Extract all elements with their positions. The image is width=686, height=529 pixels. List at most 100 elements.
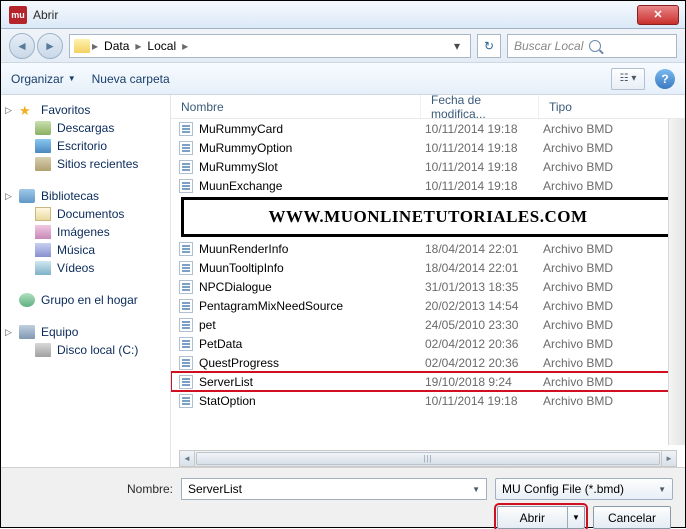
sidebar-item-images[interactable]: Imágenes xyxy=(1,223,170,241)
column-header: Nombre Fecha de modifica... Tipo xyxy=(171,95,685,119)
sidebar-item-music[interactable]: Música xyxy=(1,241,170,259)
chevron-down-icon[interactable]: ▼ xyxy=(472,485,480,494)
file-row[interactable]: MuunTooltipInfo18/04/2014 22:01Archivo B… xyxy=(171,258,685,277)
new-folder-button[interactable]: Nueva carpeta xyxy=(92,72,170,86)
file-row[interactable]: ServerList19/10/2018 9:24Archivo BMD xyxy=(171,372,685,391)
vertical-scrollbar[interactable] xyxy=(668,119,685,445)
open-button[interactable]: Abrir ▼ xyxy=(497,506,585,529)
sidebar-item-documents[interactable]: Documentos xyxy=(1,205,170,223)
file-row[interactable]: NPCDialogue31/01/2013 18:35Archivo BMD xyxy=(171,277,685,296)
scroll-right-button[interactable]: ► xyxy=(661,451,676,466)
breadcrumb-item[interactable]: Local xyxy=(143,39,180,53)
file-icon xyxy=(179,318,193,332)
file-date: 20/02/2013 14:54 xyxy=(421,299,539,313)
column-name[interactable]: Nombre xyxy=(171,95,421,118)
scroll-left-button[interactable]: ◄ xyxy=(180,451,195,466)
chevron-down-icon[interactable]: ▾ xyxy=(448,39,466,53)
sidebar-head-libraries[interactable]: ▷Bibliotecas xyxy=(1,187,170,205)
breadcrumb[interactable]: ▸ Data ▸ Local ▸ ▾ xyxy=(69,34,471,58)
close-button[interactable]: ✕ xyxy=(637,5,679,25)
sidebar-head-computer[interactable]: ▷Equipo xyxy=(1,323,170,341)
file-name: QuestProgress xyxy=(171,356,421,370)
file-icon xyxy=(179,160,193,174)
file-row[interactable]: MuRummyCard10/11/2014 19:18Archivo BMD xyxy=(171,119,685,138)
file-row[interactable]: StatOption10/11/2014 19:18Archivo BMD xyxy=(171,391,685,410)
file-icon xyxy=(179,375,193,389)
horizontal-scrollbar[interactable]: ◄ ||| ► xyxy=(179,450,677,467)
file-name: MuunRenderInfo xyxy=(171,242,421,256)
file-name: PetData xyxy=(171,337,421,351)
sidebar: ▷★Favoritos Descargas Escritorio Sitios … xyxy=(1,95,171,467)
file-date: 02/04/2012 20:36 xyxy=(421,356,539,370)
chevron-down-icon[interactable]: ▼ xyxy=(568,513,584,522)
star-icon: ★ xyxy=(19,103,35,117)
file-row[interactable]: PentagramMixNeedSource20/02/2013 14:54Ar… xyxy=(171,296,685,315)
file-row[interactable]: PetData02/04/2012 20:36Archivo BMD xyxy=(171,334,685,353)
chevron-down-icon[interactable]: ▼ xyxy=(658,485,666,494)
organize-menu[interactable]: Organizar ▼ xyxy=(11,72,76,86)
view-mode-button[interactable]: ☷ ▾ xyxy=(611,68,645,90)
file-icon xyxy=(179,141,193,155)
title-bar: mu Abrir ✕ xyxy=(1,1,685,29)
file-date: 18/04/2014 22:01 xyxy=(421,261,539,275)
organize-label: Organizar xyxy=(11,72,64,86)
file-type: Archivo BMD xyxy=(539,242,685,256)
file-date: 10/11/2014 19:18 xyxy=(421,141,539,155)
folder-icon xyxy=(74,39,90,53)
file-icon xyxy=(179,280,193,294)
file-name: StatOption xyxy=(171,394,421,408)
search-input[interactable]: Buscar Local xyxy=(507,34,677,58)
cancel-button[interactable]: Cancelar xyxy=(593,506,671,529)
close-icon: ✕ xyxy=(653,8,662,21)
file-type: Archivo BMD xyxy=(539,261,685,275)
filetype-select[interactable]: MU Config File (*.bmd) ▼ xyxy=(495,478,673,500)
desktop-icon xyxy=(35,139,51,153)
back-button[interactable]: ◄ xyxy=(9,33,35,59)
file-icon xyxy=(179,394,193,408)
search-icon xyxy=(589,40,601,52)
file-type: Archivo BMD xyxy=(539,337,685,351)
file-row[interactable]: MuRummySlot10/11/2014 19:18Archivo BMD xyxy=(171,157,685,176)
sidebar-item-desktop[interactable]: Escritorio xyxy=(1,137,170,155)
file-type: Archivo BMD xyxy=(539,160,685,174)
file-name: PentagramMixNeedSource xyxy=(171,299,421,313)
sidebar-head-homegroup[interactable]: Grupo en el hogar xyxy=(1,291,170,309)
file-type: Archivo BMD xyxy=(539,394,685,408)
file-row[interactable]: MuunRenderInfo18/04/2014 22:01Archivo BM… xyxy=(171,239,685,258)
document-icon xyxy=(35,207,51,221)
refresh-button[interactable]: ↻ xyxy=(477,34,501,58)
column-type[interactable]: Tipo xyxy=(539,95,685,118)
nav-bar: ◄ ► ▸ Data ▸ Local ▸ ▾ ↻ Buscar Local xyxy=(1,29,685,63)
file-type: Archivo BMD xyxy=(539,122,685,136)
watermark-banner: WWW.MUONLINETUTORIALES.COM xyxy=(181,197,675,237)
breadcrumb-item[interactable]: Data xyxy=(100,39,133,53)
sidebar-item-disk-c[interactable]: Disco local (C:) xyxy=(1,341,170,359)
file-type: Archivo BMD xyxy=(539,356,685,370)
file-icon xyxy=(179,242,193,256)
help-button[interactable]: ? xyxy=(655,69,675,89)
app-icon: mu xyxy=(9,6,27,24)
file-row[interactable]: MuRummyOption10/11/2014 19:18Archivo BMD xyxy=(171,138,685,157)
sidebar-item-videos[interactable]: Vídeos xyxy=(1,259,170,277)
homegroup-icon xyxy=(19,293,35,307)
sidebar-head-favorites[interactable]: ▷★Favoritos xyxy=(1,101,170,119)
column-date[interactable]: Fecha de modifica... xyxy=(421,95,539,118)
toolbar: Organizar ▼ Nueva carpeta ☷ ▾ ? xyxy=(1,63,685,95)
sidebar-item-downloads[interactable]: Descargas xyxy=(1,119,170,137)
scroll-thumb[interactable]: ||| xyxy=(196,452,660,465)
search-placeholder: Buscar Local xyxy=(514,39,583,53)
music-icon xyxy=(35,243,51,257)
file-type: Archivo BMD xyxy=(539,375,685,389)
file-name: NPCDialogue xyxy=(171,280,421,294)
forward-button[interactable]: ► xyxy=(37,33,63,59)
file-date: 18/04/2014 22:01 xyxy=(421,242,539,256)
sidebar-item-recent[interactable]: Sitios recientes xyxy=(1,155,170,173)
file-icon xyxy=(179,261,193,275)
filename-input[interactable]: ServerList ▼ xyxy=(181,478,487,500)
file-date: 31/01/2013 18:35 xyxy=(421,280,539,294)
file-row[interactable]: MuunExchange10/11/2014 19:18Archivo BMD xyxy=(171,176,685,195)
file-type: Archivo BMD xyxy=(539,179,685,193)
file-row[interactable]: pet24/05/2010 23:30Archivo BMD xyxy=(171,315,685,334)
file-name: ServerList xyxy=(171,375,421,389)
file-row[interactable]: QuestProgress02/04/2012 20:36Archivo BMD xyxy=(171,353,685,372)
